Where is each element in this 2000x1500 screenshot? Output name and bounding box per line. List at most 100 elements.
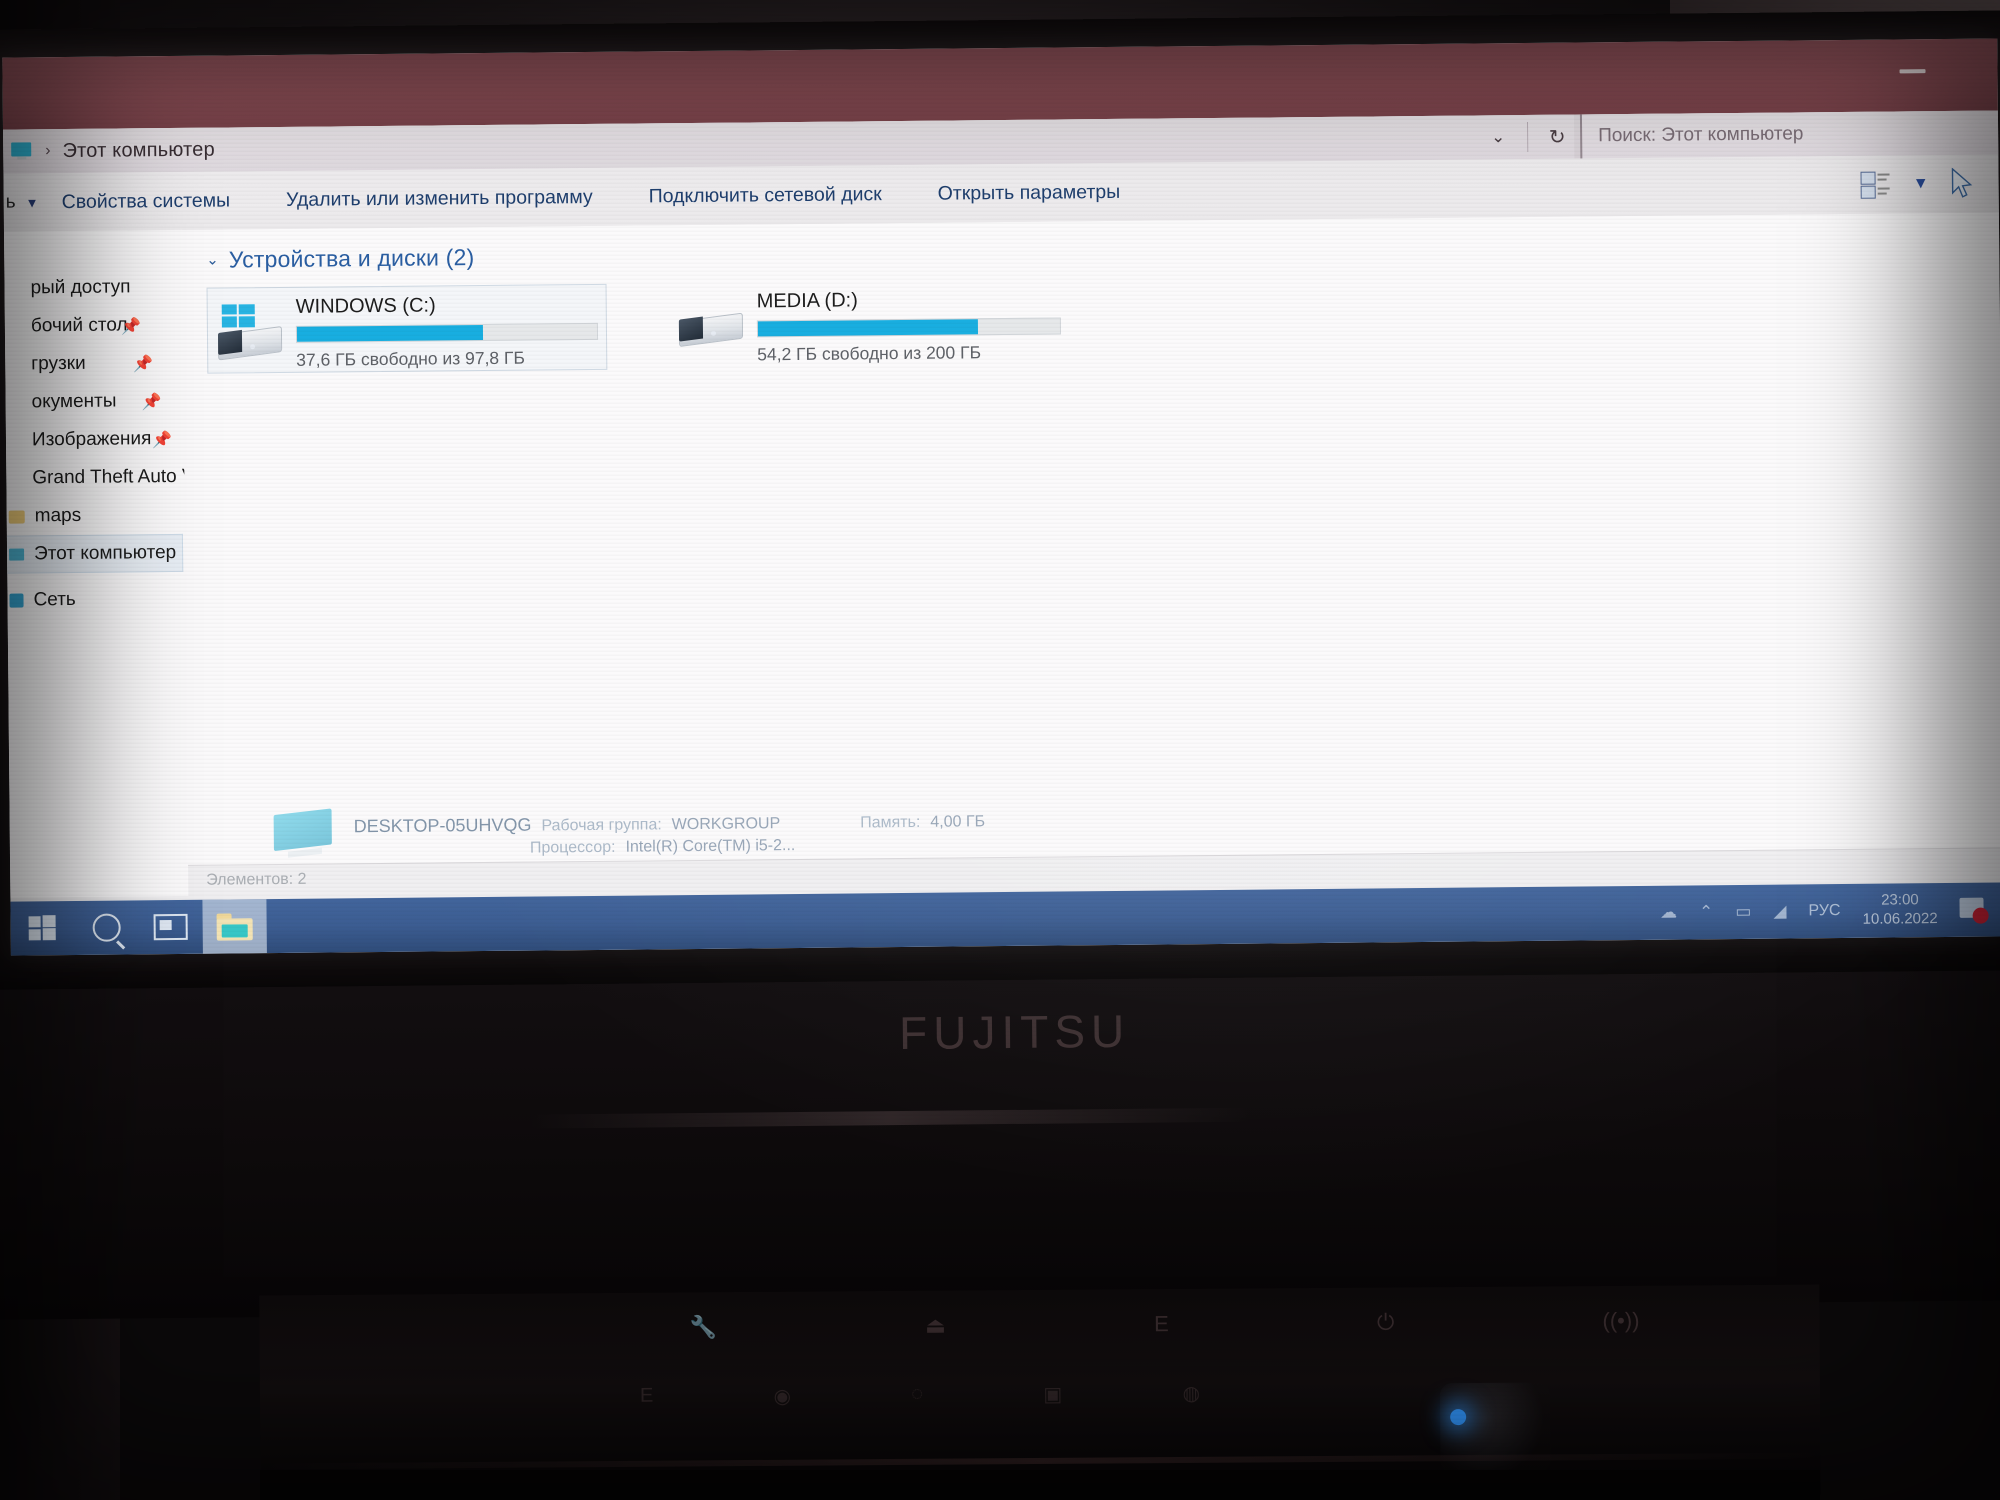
deck-front-edge	[260, 1470, 1820, 1500]
chevron-down-icon[interactable]: ▼	[26, 195, 39, 210]
pin-icon: 📌	[120, 318, 141, 336]
navigation-pane: рый доступ бочий стол 📌 грузки 📌 окумент…	[3, 229, 189, 898]
desktop-icon	[2, 317, 21, 335]
quick-access-icon	[2, 279, 20, 297]
onedrive-icon[interactable]: ☁	[1660, 903, 1677, 923]
this-pc-icon	[11, 142, 33, 160]
workgroup-label: Рабочая группа:	[541, 815, 662, 834]
windows-system-drive-icon	[216, 304, 283, 365]
processor-value: Intel(R) Core(TM) i5-2...	[625, 836, 796, 856]
item-count: Элементов: 2	[206, 870, 307, 889]
toolbar-overflow-label: ь	[5, 191, 16, 213]
clock[interactable]: 23:00 10.06.2022	[1862, 891, 1938, 929]
downloads-icon	[2, 355, 21, 373]
hard-drive-icon	[677, 299, 744, 360]
laptop: › Этот компьютер ⌄ ↻ Поиск: Этот компьют…	[0, 9, 2000, 1320]
search-input[interactable]: Поиск: Этот компьютер	[1579, 110, 1999, 159]
sidebar-item-label: Grand Theft Auto V	[32, 465, 185, 489]
sidebar-item-label: Этот компьютер	[33, 541, 177, 565]
chevron-up-icon[interactable]: ⌃	[1699, 902, 1713, 922]
start-button[interactable]	[10, 901, 75, 956]
app-icon: ◍	[1182, 1382, 1201, 1406]
sidebar-item-pictures[interactable]: Изображения 📌	[6, 420, 184, 460]
taskbar-search-button[interactable]	[74, 900, 139, 955]
sidebar-item-documents[interactable]: окументы 📌	[5, 382, 183, 422]
sidebar-item-label: окументы	[31, 390, 117, 413]
folder-icon	[8, 509, 25, 524]
computer-name: DESKTOP-05UHVQG	[353, 814, 532, 836]
pin-icon: 📌	[133, 356, 154, 374]
wrench-icon: 🔧	[689, 1314, 718, 1340]
chevron-down-icon[interactable]: ⌄	[206, 251, 219, 269]
brand-logo: FUJITSU	[898, 1004, 1131, 1060]
hinge-vent	[530, 1107, 1251, 1129]
notification-center-icon[interactable]	[1959, 897, 1989, 924]
pin-icon: 📌	[151, 432, 173, 450]
calc-icon: ▣	[1043, 1383, 1063, 1406]
toolbar-item-system-properties[interactable]: Свойства системы	[62, 189, 231, 214]
sidebar-item-grand-theft-auto-v[interactable]: Grand Theft Auto V	[6, 458, 184, 498]
memory-label: Память:	[860, 813, 921, 831]
view-options-caret[interactable]: ▼	[1913, 175, 1929, 193]
ecomode-icon: ◌	[911, 1382, 924, 1405]
sidebar-item-label: Сеть	[33, 588, 76, 611]
photo-scene: › Этот компьютер ⌄ ↻ Поиск: Этот компьют…	[0, 0, 2000, 1500]
sidebar-item-label: Изображения	[31, 428, 152, 451]
divider	[1527, 121, 1529, 152]
toolbar-item-map-network-drive[interactable]: Подключить сетевой диск	[649, 183, 882, 208]
lower-bezel: FUJITSU	[0, 969, 2000, 1320]
deck-strip	[260, 1452, 1821, 1470]
taskbar-file-explorer-button[interactable]	[202, 899, 267, 954]
system-tray: ☁ ⌃ ▭ ◢ РУС 23:00 10.06.2022	[1660, 882, 2000, 939]
this-pc-icon	[9, 548, 25, 561]
sidebar-item-label: maps	[34, 504, 82, 527]
power-led	[1450, 1409, 1467, 1426]
network-icon[interactable]: ▭	[1735, 902, 1751, 922]
volume-icon[interactable]: ◢	[1773, 902, 1786, 922]
toolbar-item-open-settings[interactable]: Открыть параметры	[938, 180, 1121, 205]
eject-icon: ⏏	[925, 1312, 946, 1338]
details-view-icon[interactable]	[1860, 171, 1891, 199]
breadcrumb-separator: ›	[45, 142, 51, 160]
drive-capacity-bar	[756, 317, 1062, 338]
file-list-pane[interactable]: ⌄ Устройства и диски (2) WINDOWS (C:) 37…	[182, 212, 2000, 896]
laptop-deck: 🔧 ⏏ E ⏻ ((•)) E ◉ ◌ ▣ ◍	[259, 1284, 1821, 1500]
drive-capacity-bar	[295, 322, 599, 343]
windows-start-icon	[28, 915, 57, 941]
sidebar-item-this-pc[interactable]: Этот компьютер	[6, 533, 184, 574]
key-e-icon: E	[639, 1384, 654, 1407]
drive-name: MEDIA (D:)	[756, 289, 858, 313]
drive-name: WINDOWS (C:)	[295, 294, 436, 318]
minimize-button[interactable]	[1899, 69, 1926, 74]
laptop-screen: › Этот компьютер ⌄ ↻ Поиск: Этот компьют…	[2, 38, 2000, 956]
sidebar-item-label: бочий стол	[30, 314, 128, 337]
pictures-icon	[2, 431, 22, 449]
function-indicator-row: 🔧 ⏏ E ⏻ ((•))	[689, 1308, 1639, 1341]
sidebar-item-quick-access[interactable]: рый доступ	[4, 268, 182, 308]
clock-date: 10.06.2022	[1862, 910, 1938, 928]
camera-icon: ◉	[773, 1385, 792, 1408]
task-view-button[interactable]	[138, 900, 203, 955]
refresh-icon[interactable]: ↻	[1540, 124, 1574, 149]
drive-capacity-fill	[296, 325, 484, 342]
toolbar-overflow-item[interactable]: ь ▼	[4, 191, 62, 214]
sidebar-item-desktop[interactable]: бочий стол 📌	[5, 306, 183, 346]
wifi-icon: ((•))	[1602, 1307, 1640, 1334]
sidebar-item-network[interactable]: Сеть	[7, 580, 185, 620]
drive-tile-media-d[interactable]: MEDIA (D:) 54,2 ГБ свободно из 200 ГБ	[669, 279, 1070, 369]
network-icon	[9, 593, 24, 608]
breadcrumb[interactable]: Этот компьютер	[62, 138, 215, 162]
toolbar-item-uninstall-change-program[interactable]: Удалить или изменить программу	[286, 185, 593, 211]
drive-free-space: 37,6 ГБ свободно из 97,8 ГБ	[296, 347, 526, 370]
sidebar-item-maps[interactable]: maps	[7, 496, 185, 536]
drive-tile-windows-c[interactable]: WINDOWS (C:) 37,6 ГБ свободно из 97,8 ГБ	[206, 283, 608, 374]
key-indicator-row: E ◉ ◌ ▣ ◍	[640, 1381, 1200, 1410]
chevron-down-icon[interactable]: ⌄	[1481, 127, 1515, 147]
sidebar-item-downloads[interactable]: грузки 📌	[5, 344, 183, 384]
language-indicator[interactable]: РУС	[1808, 902, 1840, 920]
pin-icon: 📌	[141, 394, 162, 412]
processor-label: Процессор:	[529, 838, 616, 857]
search-placeholder: Поиск: Этот компьютер	[1598, 123, 1804, 147]
power-icon: ⏻	[1376, 1309, 1395, 1335]
toolbar-right-controls: ▼	[1860, 167, 1999, 200]
